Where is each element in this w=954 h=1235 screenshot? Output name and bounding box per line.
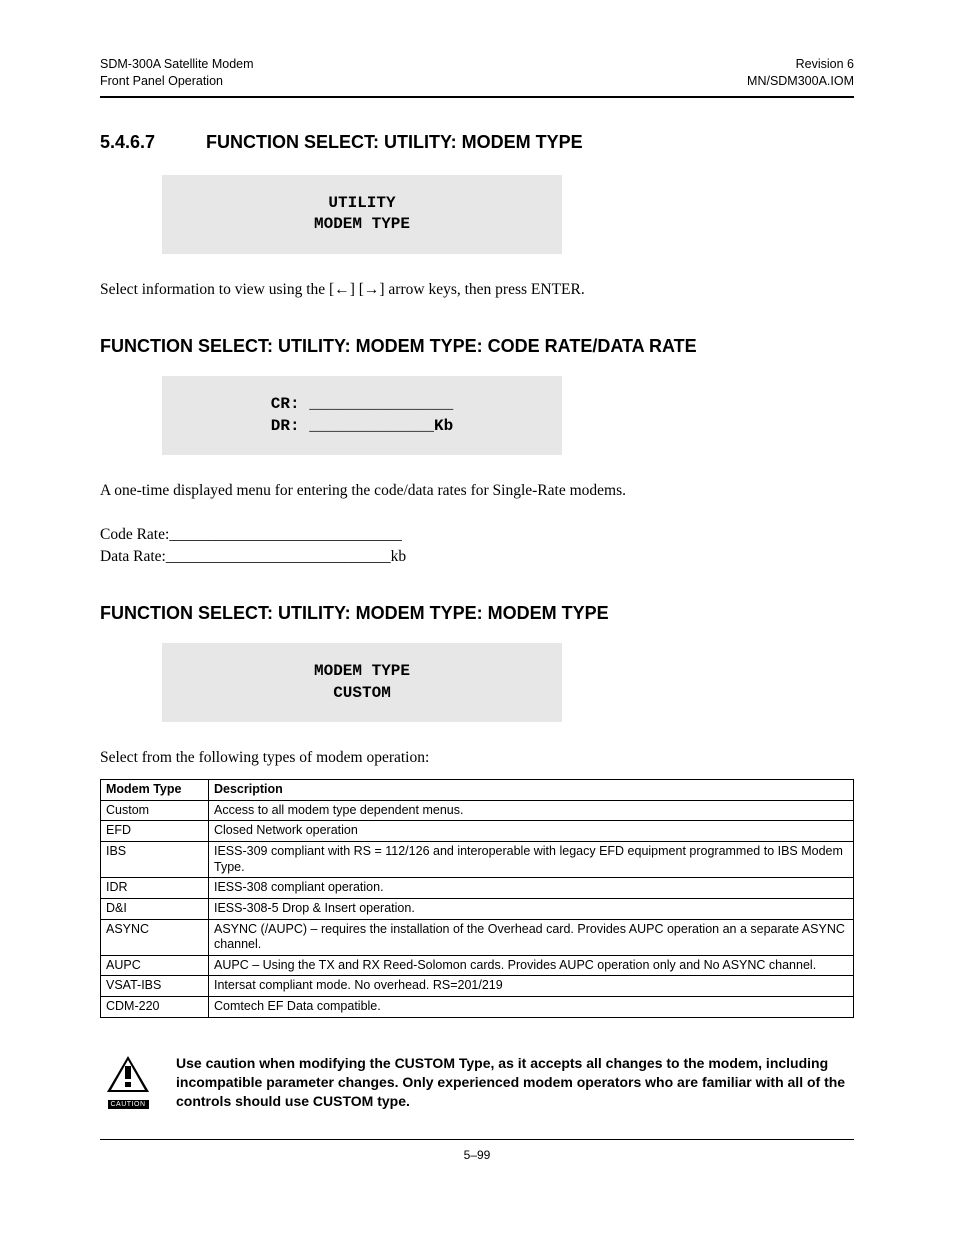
cell-type: IDR <box>101 878 209 899</box>
col-header-desc: Description <box>209 780 854 801</box>
footer-rule <box>100 1139 854 1140</box>
cell-desc: IESS-308-5 Drop & Insert operation. <box>209 898 854 919</box>
cell-desc: IESS-308 compliant operation. <box>209 878 854 899</box>
cell-desc: Access to all modem type dependent menus… <box>209 800 854 821</box>
section-number: 5.4.6.7 <box>100 132 206 153</box>
cell-type: CDM-220 <box>101 997 209 1018</box>
cell-type: ASYNC <box>101 919 209 955</box>
code-rate-blank: ______________________________ <box>169 526 402 543</box>
table-row: IBSIESS-309 compliant with RS = 112/126 … <box>101 842 854 878</box>
rate-fields: Code Rate:______________________________… <box>100 524 854 567</box>
cell-desc: ASYNC (/AUPC) – requires the installatio… <box>209 919 854 955</box>
subheading-modemtype: FUNCTION SELECT: UTILITY: MODEM TYPE: MO… <box>100 602 854 625</box>
header-rule <box>100 96 854 98</box>
section-heading: 5.4.6.7 FUNCTION SELECT: UTILITY: MODEM … <box>100 132 854 153</box>
section-title: FUNCTION SELECT: UTILITY: MODEM TYPE <box>206 132 583 153</box>
lcd-display-modemtype: MODEM TYPE CUSTOM <box>162 643 562 722</box>
subheading-coderate: FUNCTION SELECT: UTILITY: MODEM TYPE: CO… <box>100 335 854 358</box>
table-row: AUPCAUPC – Using the TX and RX Reed-Solo… <box>101 955 854 976</box>
caution-block: CAUTION Use caution when modifying the C… <box>100 1054 854 1111</box>
cell-desc: Comtech EF Data compatible. <box>209 997 854 1018</box>
arrow-left-icon: ← <box>334 281 350 298</box>
cell-desc: AUPC – Using the TX and RX Reed-Solomon … <box>209 955 854 976</box>
cell-desc: Closed Network operation <box>209 821 854 842</box>
modem-type-table: Modem Type Description CustomAccess to a… <box>100 779 854 1018</box>
page-header: SDM-300A Satellite Modem Front Panel Ope… <box>100 56 854 90</box>
modemtype-intro: Select from the following types of modem… <box>100 748 854 769</box>
table-row: EFDClosed Network operation <box>101 821 854 842</box>
table-row: IDRIESS-308 compliant operation. <box>101 878 854 899</box>
caution-icon: CAUTION <box>100 1054 156 1111</box>
arrow-right-icon: → <box>364 281 380 298</box>
table-row: CustomAccess to all modem type dependent… <box>101 800 854 821</box>
cell-type: D&I <box>101 898 209 919</box>
cell-desc: IESS-309 compliant with RS = 112/126 and… <box>209 842 854 878</box>
cell-type: EFD <box>101 821 209 842</box>
header-docnum: MN/SDM300A.IOM <box>747 73 854 90</box>
header-revision: Revision 6 <box>747 56 854 73</box>
header-product: SDM-300A Satellite Modem <box>100 56 254 73</box>
lcd-display-utility: UTILITY MODEM TYPE <box>162 175 562 254</box>
data-rate-blank: _____________________________ <box>166 548 391 565</box>
instruction-text: Select information to view using the [←]… <box>100 280 854 301</box>
data-rate-unit: kb <box>391 548 407 565</box>
table-row: D&IIESS-308-5 Drop & Insert operation. <box>101 898 854 919</box>
table-row: VSAT-IBSIntersat compliant mode. No over… <box>101 976 854 997</box>
col-header-type: Modem Type <box>101 780 209 801</box>
cell-type: IBS <box>101 842 209 878</box>
table-row: CDM-220Comtech EF Data compatible. <box>101 997 854 1018</box>
cell-type: Custom <box>101 800 209 821</box>
crdr-description: A one-time displayed menu for entering t… <box>100 481 854 502</box>
code-rate-label: Code Rate: <box>100 526 169 543</box>
table-row: ASYNCASYNC (/AUPC) – requires the instal… <box>101 919 854 955</box>
cell-desc: Intersat compliant mode. No overhead. RS… <box>209 976 854 997</box>
page-number: 5–99 <box>100 1148 854 1162</box>
caution-text: Use caution when modifying the CUSTOM Ty… <box>176 1054 854 1111</box>
cell-type: AUPC <box>101 955 209 976</box>
cell-type: VSAT-IBS <box>101 976 209 997</box>
header-section: Front Panel Operation <box>100 73 254 90</box>
caution-label: CAUTION <box>108 1100 149 1109</box>
data-rate-label: Data Rate: <box>100 548 166 565</box>
lcd-display-crdr: CR: _______________ DR: _____________Kb <box>162 376 562 455</box>
